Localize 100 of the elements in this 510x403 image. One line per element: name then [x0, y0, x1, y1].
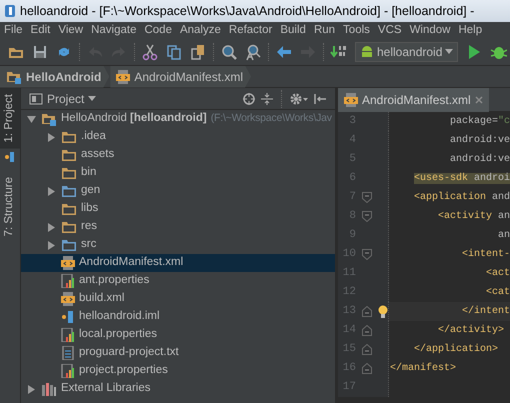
expanded-arrow-icon[interactable]: [27, 114, 36, 124]
module-file-icon: [61, 310, 75, 324]
code-line: package="c: [449, 114, 510, 129]
code-line: </application>: [413, 342, 498, 357]
menu-item[interactable]: Help: [454, 22, 486, 38]
tree-item[interactable]: src: [21, 236, 335, 254]
caret-icon: [445, 48, 454, 54]
editor-tab[interactable]: AndroidManifest.xml: [338, 88, 489, 112]
folder-icon: [61, 184, 77, 198]
tree-item[interactable]: bin: [21, 164, 335, 182]
run-configuration-dropdown[interactable]: helloandroid: [355, 42, 458, 62]
target-icon[interactable]: [242, 92, 256, 106]
breadcrumb-item[interactable]: AndroidManifest.xml: [110, 66, 252, 88]
side-tab[interactable]: 7: Structure: [0, 170, 21, 242]
collapse-all-icon[interactable]: [260, 92, 274, 106]
project-view-title: Project: [47, 90, 84, 108]
app-icon: [4, 4, 16, 18]
menu-item[interactable]: Build: [276, 22, 310, 38]
properties-file-icon: [61, 328, 75, 342]
fold-marker-icon[interactable]: [362, 211, 372, 222]
fold-marker-icon[interactable]: [362, 325, 372, 336]
collapsed-arrow-icon[interactable]: [47, 240, 56, 250]
libraries-icon: [41, 382, 57, 396]
menu-item[interactable]: VCS: [374, 22, 406, 38]
code-line: <activity an: [437, 210, 510, 224]
code-line: </intent: [461, 304, 510, 319]
find-replace-icon[interactable]: [244, 42, 262, 60]
menu-item[interactable]: Edit: [26, 22, 54, 38]
folder-icon: [61, 130, 77, 144]
scissors-icon[interactable]: [141, 42, 159, 60]
xml-file-icon: [61, 256, 75, 270]
tree-item[interactable]: ant.properties: [21, 272, 335, 290]
tree-item[interactable]: local.properties: [21, 326, 335, 344]
tree-item[interactable]: helloandroid.iml: [21, 308, 335, 326]
menu-item[interactable]: Tools: [339, 22, 374, 38]
code-line: <act: [485, 267, 510, 281]
caret-icon[interactable]: [88, 96, 96, 102]
folder-icon: [61, 220, 77, 234]
code-line: android:ve: [449, 152, 510, 167]
settings-icon[interactable]: [289, 92, 309, 106]
code-line: </activity>: [437, 324, 504, 338]
tree-item[interactable]: AndroidManifest.xml: [21, 254, 335, 272]
fold-marker-icon[interactable]: [362, 344, 372, 355]
tree-item[interactable]: proguard-project.txt: [21, 344, 335, 362]
paste-icon[interactable]: [189, 42, 207, 60]
project-view-icon: [29, 92, 43, 104]
menu-item[interactable]: File: [0, 22, 27, 38]
code-line: an: [497, 229, 510, 243]
tree-item[interactable]: project.properties: [21, 362, 335, 380]
android-icon: [360, 44, 374, 58]
tree-item[interactable]: res: [21, 218, 335, 236]
tree-item[interactable]: .idea: [21, 128, 335, 146]
menu-item[interactable]: Refactor: [224, 22, 276, 38]
fold-marker-icon[interactable]: [362, 363, 372, 374]
breadcrumb-item[interactable]: HelloAndroid: [0, 66, 110, 88]
code-line: android:ve: [449, 134, 510, 148]
menu-item[interactable]: Window: [406, 22, 454, 38]
text-file-icon: [61, 346, 75, 360]
tree-item[interactable]: HelloAndroid [helloandroid] (F:\~Workspace\Works\Jav: [21, 110, 335, 128]
module-file-icon: [4, 150, 16, 163]
xml-file-icon: [344, 93, 358, 107]
collapsed-arrow-icon[interactable]: [27, 384, 36, 394]
menu-item[interactable]: Navigate: [87, 22, 140, 38]
xml-file-icon: [116, 70, 130, 84]
properties-file-icon: [61, 364, 75, 378]
tree-item[interactable]: gen: [21, 182, 335, 200]
fold-marker-icon[interactable]: [362, 249, 372, 260]
tree-item[interactable]: External Libraries: [21, 380, 335, 398]
window-title: helloandroid - [F:\~Workspace\Works\Java\Android\HelloAndroid] - [helloandroid] -: [20, 2, 474, 20]
module-folder-icon: [6, 70, 22, 84]
collapsed-arrow-icon[interactable]: [47, 222, 56, 232]
folder-icon: [61, 148, 77, 162]
fold-marker-icon[interactable]: [362, 192, 372, 203]
properties-file-icon: [61, 274, 75, 288]
menu-item[interactable]: Run: [310, 22, 340, 38]
tree-item[interactable]: assets: [21, 146, 335, 164]
close-icon[interactable]: [474, 96, 483, 104]
xml-file-icon: [61, 292, 75, 306]
side-tab[interactable]: 1: Project: [0, 88, 21, 149]
collapsed-arrow-icon[interactable]: [47, 186, 56, 196]
tree-item[interactable]: libs: [21, 200, 335, 218]
folder-icon: [61, 238, 77, 252]
code-line: <intent-: [461, 248, 510, 262]
lightbulb-icon[interactable]: [378, 304, 388, 318]
collapsed-arrow-icon[interactable]: [47, 132, 56, 142]
tree-item[interactable]: build.xml: [21, 290, 335, 308]
search-icon[interactable]: [220, 42, 238, 60]
menu-item[interactable]: Code: [140, 22, 176, 38]
module-folder-icon: [41, 112, 57, 126]
code-line: <cat: [485, 286, 510, 300]
menu-item[interactable]: Analyze: [176, 22, 225, 38]
folder-icon: [61, 166, 77, 180]
module-path: (F:\~Workspace\Works\Jav: [210, 111, 332, 126]
folder-icon: [61, 202, 77, 216]
code-line: </manifest>: [390, 362, 456, 376]
fold-marker-icon[interactable]: [362, 306, 372, 317]
hide-panel-icon[interactable]: [313, 92, 327, 106]
code-line: <application and: [413, 190, 510, 205]
copy-icon[interactable]: [165, 42, 183, 60]
menu-item[interactable]: View: [54, 22, 88, 38]
